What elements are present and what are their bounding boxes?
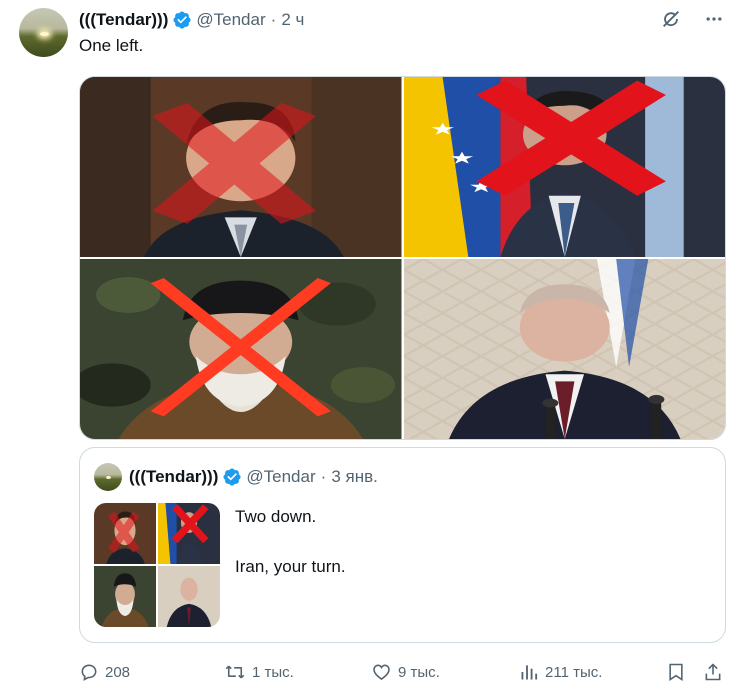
like-count: 9 тыс. <box>398 663 440 681</box>
quoted-media-image-4[interactable] <box>158 566 220 627</box>
author-avatar[interactable] <box>19 8 68 57</box>
separator: · <box>320 467 327 486</box>
like-icon <box>373 664 390 681</box>
post-time[interactable]: 2 ч <box>281 10 304 30</box>
grok-icon[interactable] <box>660 8 682 30</box>
bookmark-icon <box>669 663 683 681</box>
quoted-author-handle[interactable]: @Tendar <box>246 467 315 487</box>
views-button[interactable]: 211 тыс. <box>519 658 602 686</box>
quoted-media-image-1[interactable] <box>94 503 156 564</box>
like-button[interactable]: 9 тыс. <box>371 658 440 686</box>
separator: · <box>270 10 277 29</box>
reply-button[interactable]: 208 <box>79 658 130 686</box>
quoted-author-avatar[interactable] <box>94 463 122 491</box>
post-text: One left. <box>79 36 144 55</box>
quoted-media-image-2[interactable] <box>158 503 220 564</box>
post-header: (((Tendar))) @Tendar · 2 ч <box>79 9 304 31</box>
media-image-4[interactable] <box>403 259 725 439</box>
bookmark-button[interactable] <box>666 658 692 686</box>
reply-icon <box>81 664 97 681</box>
verified-badge-icon[interactable] <box>222 467 242 487</box>
top-actions <box>660 8 724 30</box>
media-image-2[interactable]: ★ ★ ★ <box>403 77 725 257</box>
reply-count: 208 <box>105 663 131 681</box>
quoted-post-date[interactable]: 3 янв. <box>331 467 378 487</box>
action-bar: 208 1 тыс. 9 тыс. 211 тыс. <box>79 658 726 686</box>
quoted-post-text: Two down. Iran, your turn. <box>235 505 346 605</box>
share-button[interactable] <box>703 658 729 686</box>
views-count: 211 тыс. <box>545 663 603 681</box>
svg-text:★: ★ <box>429 120 455 138</box>
quoted-text-line-2: Iran, your turn. <box>235 557 346 576</box>
author-name[interactable]: (((Tendar))) <box>79 10 168 30</box>
quoted-author-name[interactable]: (((Tendar))) <box>129 467 218 487</box>
quoted-post[interactable]: (((Tendar))) @Tendar · 3 янв. Two down. … <box>79 447 726 643</box>
author-handle[interactable]: @Tendar <box>196 10 265 30</box>
more-icon[interactable] <box>704 9 724 29</box>
quoted-media-image-3[interactable] <box>94 566 156 627</box>
svg-text:★: ★ <box>449 149 475 167</box>
quoted-text-line-1: Two down. <box>235 507 317 526</box>
repost-button[interactable]: 1 тыс. <box>224 658 294 686</box>
post-media-grid[interactable]: ★ ★ ★ <box>79 76 726 440</box>
views-icon <box>521 665 538 680</box>
quoted-media-grid[interactable] <box>94 503 220 627</box>
repost-icon <box>225 665 245 679</box>
quoted-post-header: (((Tendar))) @Tendar · 3 янв. <box>94 463 378 491</box>
verified-badge-icon[interactable] <box>172 10 192 30</box>
share-icon <box>705 663 721 681</box>
media-image-3[interactable] <box>80 259 402 439</box>
repost-count: 1 тыс. <box>252 663 294 681</box>
media-image-1[interactable] <box>80 77 402 257</box>
